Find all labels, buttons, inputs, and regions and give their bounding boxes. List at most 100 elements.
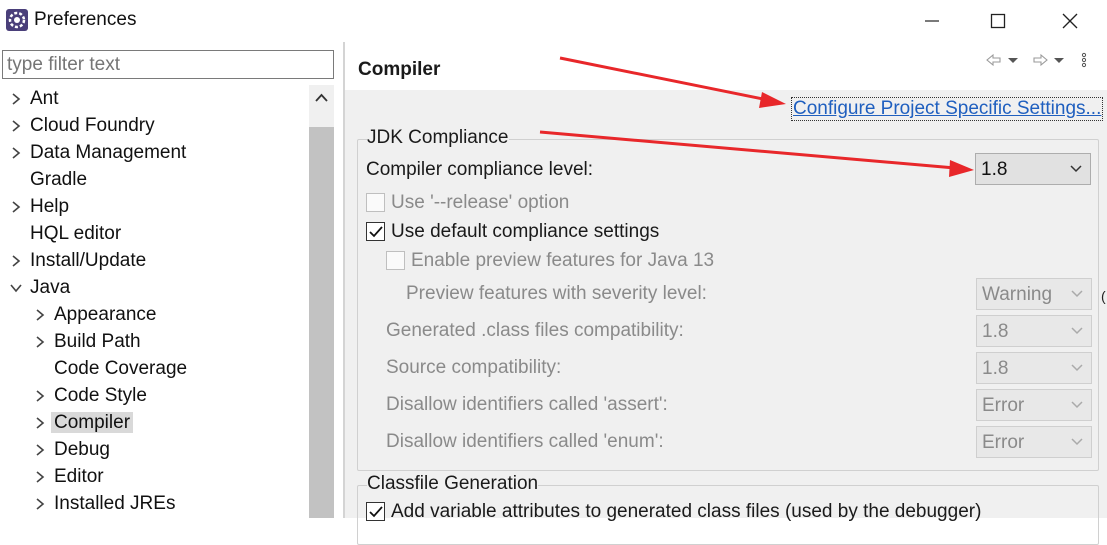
chevron-right-icon[interactable]	[34, 308, 46, 322]
preview-severity-label: Preview features with severity level:	[406, 283, 707, 304]
tree-item-editor[interactable]: Editor	[36, 463, 104, 490]
chevron-down-icon	[1070, 165, 1082, 173]
class-compat-value: 1.8	[982, 321, 1009, 342]
filter-input[interactable]	[2, 50, 334, 79]
maximize-button[interactable]	[963, 0, 1033, 42]
assert-identifier-value: Error	[982, 395, 1025, 416]
title-bar: Preferences	[0, 0, 1107, 42]
chevron-right-icon[interactable]	[34, 497, 46, 511]
configure-project-specific-settings-link[interactable]: Configure Project Specific Settings...	[791, 97, 1104, 121]
variable-attributes-label: Add variable attributes to generated cla…	[391, 501, 982, 522]
tree-item-debug[interactable]: Debug	[36, 436, 110, 463]
chevron-down-icon[interactable]	[10, 281, 22, 295]
tree-item-cloud-foundry[interactable]: Cloud Foundry	[12, 112, 155, 139]
tree-item-code-style[interactable]: Code Style	[36, 382, 147, 409]
minimize-icon	[925, 20, 939, 22]
tree-item-label: Java	[30, 277, 71, 298]
source-compat-label: Source compatibility:	[386, 357, 562, 378]
tree-item-label: Ant	[30, 88, 59, 109]
tree-item-label: Help	[30, 196, 70, 217]
forward-menu-chevron-icon[interactable]	[1053, 52, 1065, 74]
tree-item-label: HQL editor	[30, 223, 122, 244]
chevron-right-icon[interactable]	[34, 443, 46, 457]
tree-item-label: Install/Update	[30, 250, 147, 271]
close-icon	[1062, 13, 1078, 29]
tree-item-build-path[interactable]: Build Path	[36, 328, 141, 355]
chevron-down-icon	[1071, 364, 1083, 372]
release-option-checkbox[interactable]	[366, 193, 385, 212]
preview-severity-select[interactable]: Warning	[976, 278, 1092, 310]
preferences-tree-pane: Ant Cloud Foundry Data Management Gradle…	[0, 42, 343, 518]
jdk-compliance-group-label: JDK Compliance	[367, 127, 509, 149]
assert-identifier-select[interactable]: Error	[976, 389, 1092, 421]
chevron-up-icon	[315, 93, 328, 102]
tree-item-label: Debug	[54, 439, 110, 460]
default-compliance-checkbox[interactable]	[366, 222, 385, 241]
enable-preview-label: Enable preview features for Java 13	[411, 250, 715, 271]
tree-item-data-management[interactable]: Data Management	[12, 139, 186, 166]
forward-arrow-icon[interactable]	[1031, 52, 1049, 74]
maximize-icon	[990, 13, 1006, 29]
window-edge-fragment: (	[1101, 288, 1106, 304]
scroll-up-button[interactable]	[309, 85, 334, 112]
tree-item-label: Installed JREs	[54, 493, 176, 514]
tree-item-compiler[interactable]: Compiler	[36, 409, 134, 436]
enum-identifier-value: Error	[982, 432, 1025, 453]
classfile-generation-group-label: Classfile Generation	[367, 473, 539, 495]
enum-identifier-select[interactable]: Error	[976, 426, 1092, 458]
chevron-down-icon	[1071, 327, 1083, 335]
chevron-right-icon[interactable]	[10, 200, 22, 214]
compliance-level-label: Compiler compliance level:	[366, 159, 594, 180]
tree-item-label: Build Path	[54, 331, 141, 352]
chevron-down-icon	[1071, 290, 1083, 298]
class-compat-select[interactable]: 1.8	[976, 315, 1092, 347]
minimize-button[interactable]	[897, 0, 967, 42]
view-menu-icon[interactable]	[1081, 52, 1087, 74]
tree-item-label: Code Style	[54, 385, 147, 406]
chevron-right-icon[interactable]	[10, 92, 22, 106]
compliance-level-select[interactable]: 1.8	[975, 153, 1091, 185]
scrollbar-thumb[interactable]	[309, 127, 334, 518]
preferences-tree: Ant Cloud Foundry Data Management Gradle…	[0, 85, 308, 518]
chevron-right-icon[interactable]	[34, 335, 46, 349]
page-nav-toolbar	[985, 52, 1095, 72]
back-arrow-icon[interactable]	[985, 52, 1003, 74]
tree-item-appearance[interactable]: Appearance	[36, 301, 157, 328]
variable-attributes-checkbox[interactable]	[366, 502, 385, 521]
class-compat-label: Generated .class files compatibility:	[386, 320, 684, 341]
tree-item-label: Editor	[54, 466, 104, 487]
tree-item-gradle[interactable]: Gradle	[30, 166, 87, 193]
tree-item-code-coverage[interactable]: Code Coverage	[54, 355, 187, 382]
tree-item-java[interactable]: Java	[10, 274, 71, 301]
release-option-label: Use '--release' option	[391, 192, 570, 213]
close-button[interactable]	[1035, 0, 1105, 42]
tree-item-label: Compiler	[51, 412, 134, 433]
compliance-level-value: 1.8	[981, 159, 1008, 180]
back-menu-chevron-icon[interactable]	[1007, 52, 1019, 74]
eclipse-gear-icon	[5, 8, 29, 32]
page-header: Compiler	[345, 42, 1107, 90]
tree-item-help[interactable]: Help	[12, 193, 70, 220]
tree-item-hql-editor[interactable]: HQL editor	[30, 220, 121, 247]
enable-preview-checkbox[interactable]	[386, 251, 405, 270]
chevron-right-icon[interactable]	[34, 389, 46, 403]
chevron-down-icon	[1071, 438, 1083, 446]
default-compliance-label: Use default compliance settings	[391, 221, 660, 242]
tree-item-ant[interactable]: Ant	[12, 85, 59, 112]
chevron-right-icon[interactable]	[10, 119, 22, 133]
tree-item-label: Appearance	[54, 304, 157, 325]
compiler-page: Compiler Configure Project Specific Sett…	[345, 42, 1107, 545]
chevron-right-icon[interactable]	[10, 254, 22, 268]
chevron-right-icon[interactable]	[34, 470, 46, 484]
chevron-right-icon[interactable]	[34, 416, 46, 430]
source-compat-select[interactable]: 1.8	[976, 352, 1092, 384]
tree-scrollbar[interactable]	[309, 85, 334, 518]
chevron-down-icon	[1071, 401, 1083, 409]
checkmark-icon	[369, 226, 383, 238]
tree-item-label: Cloud Foundry	[30, 115, 155, 136]
chevron-right-icon[interactable]	[10, 146, 22, 160]
tree-item-label: Gradle	[30, 169, 88, 190]
tree-item-install-update[interactable]: Install/Update	[12, 247, 147, 274]
tree-item-label: Code Coverage	[54, 358, 188, 379]
tree-item-installed-jres[interactable]: Installed JREs	[36, 490, 176, 517]
